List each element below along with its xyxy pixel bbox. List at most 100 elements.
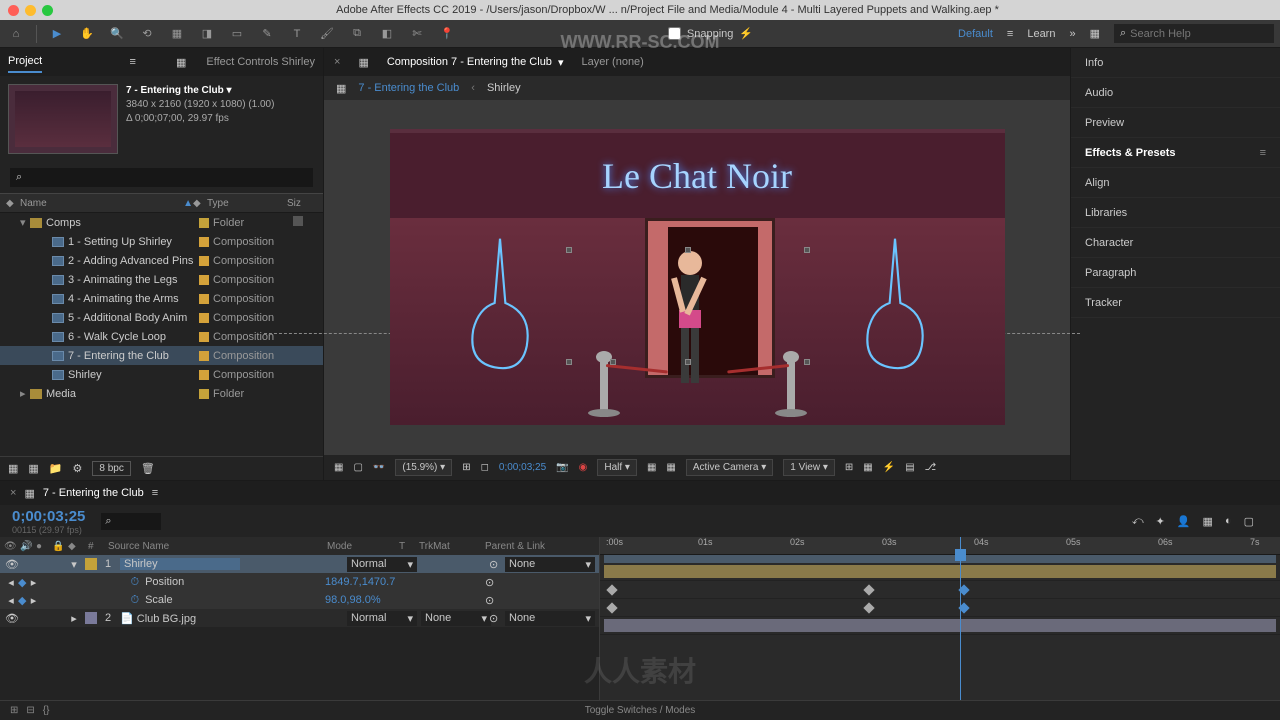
comp-thumbnail[interactable] xyxy=(8,84,118,154)
layer-label-swatch[interactable] xyxy=(85,558,97,570)
shape-tool-icon[interactable]: ▭ xyxy=(227,24,247,44)
col-type[interactable]: Type xyxy=(207,198,287,209)
panel-effects-presets[interactable]: Effects & Presets≡ xyxy=(1071,138,1280,168)
layer-name[interactable]: 📄 Club BG.jpg xyxy=(116,612,345,625)
type-tool-icon[interactable]: T xyxy=(287,24,307,44)
label-column-icon[interactable]: ◆ xyxy=(193,198,207,209)
col-name[interactable]: Name xyxy=(20,198,183,209)
toggle-icon[interactable]: {} xyxy=(43,705,50,716)
snapping-options-icon[interactable]: ⚡ xyxy=(739,27,753,40)
playhead-head-icon[interactable] xyxy=(955,549,966,561)
sort-icon[interactable]: ▲ xyxy=(183,198,193,209)
work-area-bar[interactable] xyxy=(604,555,1276,563)
col-size[interactable]: Siz xyxy=(287,198,317,209)
timecode-display[interactable]: 0;00;03;25 00115 (29.97 fps) xyxy=(12,508,85,535)
label-swatch[interactable] xyxy=(199,332,209,342)
workspace-menu-icon[interactable]: ≡ xyxy=(1007,28,1013,40)
3d-icon[interactable]: 👓 xyxy=(373,462,385,473)
stopwatch-icon[interactable]: ⏱ xyxy=(130,576,139,589)
hand-tool-icon[interactable]: ✋ xyxy=(77,24,97,44)
layer-track[interactable] xyxy=(600,617,1280,635)
viewer-timecode[interactable]: 0;00;03;25 xyxy=(499,462,546,473)
dropdown-icon[interactable]: ▾ xyxy=(558,56,564,69)
project-search[interactable]: ⌕ xyxy=(10,168,313,187)
anchor-point-icon[interactable] xyxy=(685,359,691,365)
trkmat-dropdown[interactable]: None▾ xyxy=(419,611,489,626)
flowchart-icon[interactable]: ⎇ xyxy=(925,462,937,473)
minimize-window-icon[interactable] xyxy=(25,5,36,16)
project-comp-item[interactable]: 2 - Adding Advanced Pins Composition xyxy=(0,251,323,270)
layer-name[interactable]: Shirley xyxy=(116,558,345,570)
label-swatch[interactable] xyxy=(199,294,209,304)
maximize-window-icon[interactable] xyxy=(42,5,53,16)
property-track[interactable] xyxy=(600,581,1280,599)
tree-toggle-icon[interactable]: ▾ xyxy=(20,216,30,229)
snapshot-icon[interactable]: 📷 xyxy=(556,462,568,473)
parent-pickwhip-icon[interactable]: ⊙ xyxy=(489,612,505,625)
col-t[interactable]: T xyxy=(399,541,419,552)
panel-menu-icon[interactable]: ≡ xyxy=(1260,147,1266,159)
parent-dropdown[interactable]: None▾ xyxy=(505,557,595,572)
panel-character[interactable]: Character xyxy=(1071,228,1280,258)
toggle-icon[interactable]: ⊞ xyxy=(10,705,18,716)
panel-audio[interactable]: Audio xyxy=(1071,78,1280,108)
breadcrumb-item[interactable]: 7 - Entering the Club xyxy=(358,82,459,94)
panel-tracker[interactable]: Tracker xyxy=(1071,288,1280,318)
visibility-toggle-icon[interactable]: 👁 xyxy=(4,612,20,625)
timeline-icon[interactable]: ▤ xyxy=(905,462,914,473)
tab-menu-icon[interactable]: ≡ xyxy=(152,487,158,499)
panel-align[interactable]: Align xyxy=(1071,168,1280,198)
label-swatch[interactable] xyxy=(199,370,209,380)
panel-info[interactable]: Info xyxy=(1071,48,1280,78)
search-help[interactable]: ⌕ Search Help xyxy=(1114,24,1274,43)
label-swatch[interactable] xyxy=(199,389,209,399)
comp-mini-flowchart-icon[interactable]: ⤺ xyxy=(1132,515,1144,528)
layer-track[interactable] xyxy=(600,563,1280,581)
pixel-aspect-icon[interactable]: ▦ xyxy=(863,462,872,473)
panel-menu-icon[interactable]: ≡ xyxy=(130,56,136,68)
selection-handle[interactable] xyxy=(566,359,572,365)
label-col-icon[interactable]: ◆ xyxy=(68,541,88,552)
label-swatch[interactable] xyxy=(199,275,209,285)
prev-keyframe-icon[interactable]: ◂ xyxy=(4,576,18,589)
property-track[interactable] xyxy=(600,599,1280,617)
clone-tool-icon[interactable]: ⧉ xyxy=(347,24,367,44)
project-comp-item[interactable]: 5 - Additional Body Anim Composition xyxy=(0,308,323,327)
toggle-switches-button[interactable]: Toggle Switches / Modes xyxy=(585,705,696,716)
keyframe-icon[interactable] xyxy=(606,584,617,595)
label-swatch[interactable] xyxy=(199,256,209,266)
pan-behind-tool-icon[interactable]: ◨ xyxy=(197,24,217,44)
motion-blur-icon[interactable]: ◐ xyxy=(1225,515,1232,528)
next-keyframe-icon[interactable]: ▸ xyxy=(26,576,40,589)
label-swatch[interactable] xyxy=(199,237,209,247)
project-comp-item[interactable]: 1 - Setting Up Shirley Composition xyxy=(0,232,323,251)
timeline-layer[interactable]: 👁 ▸ 2 📄 Club BG.jpg Normal▾ None▾ ⊙ None… xyxy=(0,609,599,627)
home-icon[interactable]: ⌂ xyxy=(6,24,26,44)
zoom-tool-icon[interactable]: 🔍 xyxy=(107,24,127,44)
toggle-icon[interactable]: ⊟ xyxy=(26,705,34,716)
project-folder[interactable]: ▾ Comps Folder xyxy=(0,213,323,232)
guides-icon[interactable]: ▦ xyxy=(666,462,675,473)
keyframe-icon[interactable] xyxy=(863,602,874,613)
close-tab-icon[interactable]: × xyxy=(334,56,340,68)
frame-blend-icon[interactable]: ▦ xyxy=(1203,515,1213,528)
playhead[interactable] xyxy=(960,537,961,700)
draft-3d-icon[interactable]: ✦ xyxy=(1156,515,1165,528)
add-keyframe-icon[interactable]: ◆ xyxy=(18,576,26,589)
eye-col-icon[interactable]: 👁 xyxy=(4,541,20,552)
panel-libraries[interactable]: Libraries xyxy=(1071,198,1280,228)
next-keyframe-icon[interactable]: ▸ xyxy=(26,594,40,607)
pen-tool-icon[interactable]: ✎ xyxy=(257,24,277,44)
label-swatch[interactable] xyxy=(199,218,209,228)
project-folder[interactable]: ▸ Media Folder xyxy=(0,384,323,403)
composition-viewer[interactable]: Le Chat Noir xyxy=(324,100,1070,454)
interpret-icon[interactable]: ▦ xyxy=(8,462,18,475)
bpc-button[interactable]: 8 bpc xyxy=(92,461,130,476)
view-dropdown[interactable]: 1 View ▾ xyxy=(783,459,835,476)
new-comp-icon[interactable]: ▦ xyxy=(28,462,38,475)
brush-tool-icon[interactable]: 🖌 xyxy=(317,24,337,44)
channel-icon[interactable]: ◉ xyxy=(579,462,588,473)
eraser-tool-icon[interactable]: ◧ xyxy=(377,24,397,44)
solo-col-icon[interactable]: ● xyxy=(36,541,52,552)
time-ruler[interactable]: :00s01s02s03s04s05s06s7s xyxy=(600,537,1280,555)
